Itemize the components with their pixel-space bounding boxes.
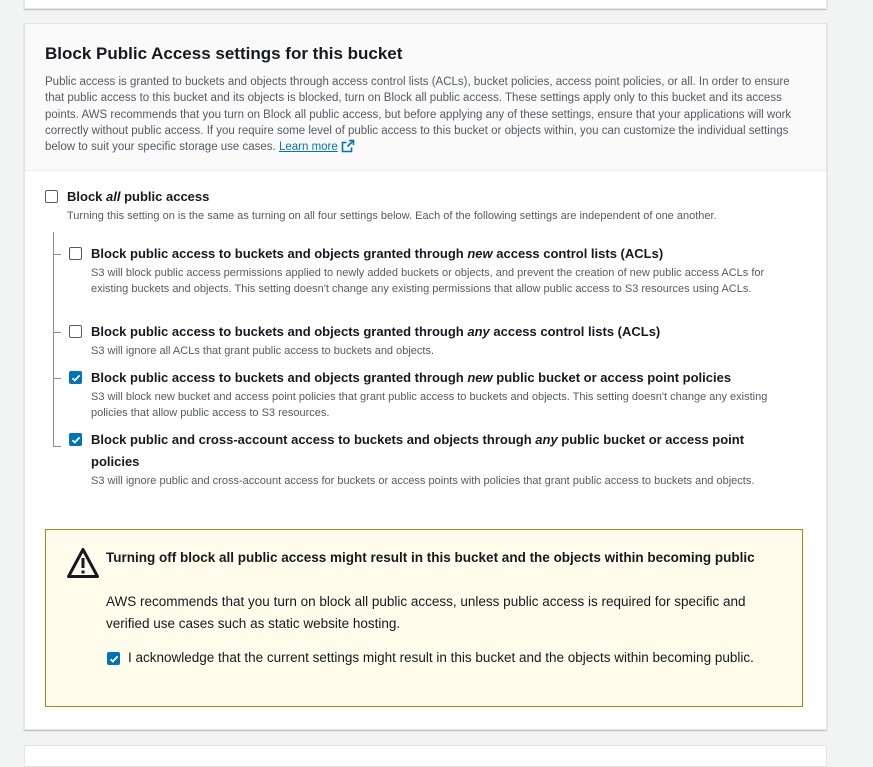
block-any-acls-description: S3 will ignore all ACLs that grant publi… <box>91 345 435 357</box>
block-new-acls-label: Block public access to buckets and objec… <box>91 246 664 261</box>
block-any-policies-checkbox[interactable] <box>69 433 82 446</box>
external-link-icon[interactable] <box>341 139 355 158</box>
block-new-policies-label: Block public access to buckets and objec… <box>91 370 732 385</box>
block-new-policies-description: S3 will block new bucket and access poin… <box>91 391 768 420</box>
tree-branch <box>53 332 61 333</box>
block-all-checkbox[interactable] <box>45 190 58 203</box>
block-any-policies-label: Block public and cross-account access to… <box>91 432 745 469</box>
check-icon <box>109 655 119 663</box>
block-all-label: Block all public access <box>67 189 210 204</box>
block-all-description: Turning this setting on is the same as t… <box>67 210 717 222</box>
block-any-acls-label: Block public access to buckets and objec… <box>91 324 661 339</box>
tree-branch <box>53 378 61 379</box>
tree-connector <box>53 232 54 447</box>
block-new-policies-checkbox[interactable] <box>69 371 82 384</box>
tree-branch <box>53 446 61 447</box>
panel-header: Block Public Access settings for this bu… <box>25 24 826 171</box>
block-any-acls-checkbox[interactable] <box>69 325 82 338</box>
alert-body: AWS recommends that you turn on block al… <box>106 594 746 631</box>
block-new-acls-description: S3 will block public access permissions … <box>91 267 765 296</box>
panel-description: Public access is granted to buckets and … <box>45 74 806 158</box>
page-title: Block Public Access settings for this bu… <box>45 44 403 63</box>
acknowledge-label: I acknowledge that the current settings … <box>128 650 754 665</box>
block-any-policies-description: S3 will ignore public and cross-account … <box>91 475 755 487</box>
warning-icon <box>67 548 99 578</box>
warning-alert: Turning off block all public access migh… <box>45 529 803 707</box>
check-icon <box>71 374 81 382</box>
check-icon <box>71 436 81 444</box>
acknowledge-checkbox[interactable] <box>107 652 120 665</box>
previous-panel <box>24 0 827 9</box>
tree-branch <box>53 254 61 255</box>
learn-more-link[interactable]: Learn more <box>279 141 338 153</box>
description-text: Public access is granted to buckets and … <box>45 76 792 154</box>
next-panel <box>24 745 827 767</box>
block-new-acls-checkbox[interactable] <box>69 247 82 260</box>
alert-title: Turning off block all public access migh… <box>106 550 755 565</box>
